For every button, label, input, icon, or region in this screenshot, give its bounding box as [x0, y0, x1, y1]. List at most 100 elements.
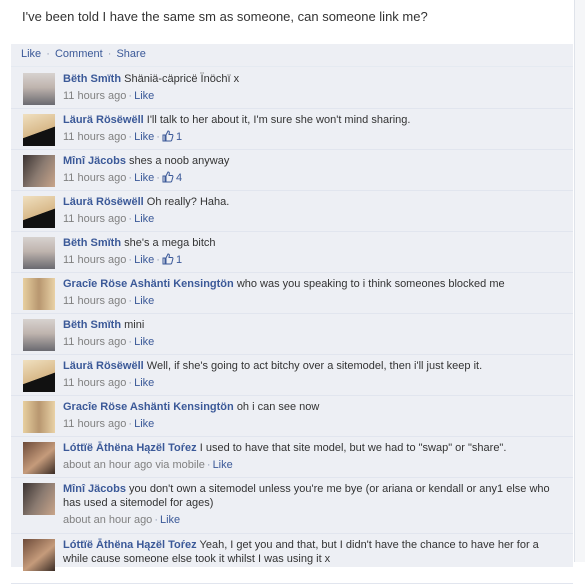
- comment-author-link[interactable]: Gracîe Röse Ashänti Kensingtön: [63, 401, 234, 413]
- comment-author-link[interactable]: Mînî Jäcobs: [63, 155, 126, 167]
- avatar[interactable]: [23, 360, 55, 392]
- comment-meta: 11 hours ago · Like: [63, 294, 553, 308]
- comment-body: Lóttïë Āthëna Hązël Toŕez I used to have…: [63, 441, 553, 472]
- comment-author-link[interactable]: Läurä Rösëwëll: [63, 196, 144, 208]
- comment-like-button[interactable]: Like: [134, 336, 154, 348]
- comment-author-link[interactable]: Bëth Smïth: [63, 319, 121, 331]
- separator: ·: [107, 48, 112, 60]
- comment-like-button[interactable]: Like: [134, 172, 154, 184]
- avatar[interactable]: [23, 483, 55, 515]
- comment-timestamp[interactable]: 11 hours ago: [63, 254, 126, 266]
- comment-like-button[interactable]: Like: [213, 459, 233, 471]
- separator: ·: [128, 418, 133, 430]
- avatar[interactable]: [23, 196, 55, 228]
- like-count-value: 1: [175, 254, 183, 266]
- separator: ·: [46, 48, 50, 60]
- comment-like-button[interactable]: Like: [134, 377, 154, 389]
- comment-author-link[interactable]: Bëth Smïth: [63, 73, 121, 85]
- comment-text: Oh really? Haha.: [146, 196, 230, 208]
- avatar[interactable]: [23, 73, 55, 105]
- comment-item: Mînî Jäcobs shes a noob anyway 11 hours a…: [11, 149, 573, 191]
- like-count[interactable]: 1: [162, 130, 182, 143]
- scrollbar[interactable]: [574, 0, 585, 562]
- separator: ·: [206, 459, 211, 471]
- comment-item: Mînî Jäcobs you don't own a sitemodel un…: [11, 477, 573, 534]
- comment-body: Bëth Smïth Shäniä-cäpricë Ïnöchï x 11 hou…: [63, 72, 553, 103]
- comment-meta: 11 hours ago · Like: [63, 376, 553, 390]
- comment-timestamp[interactable]: 11 hours ago: [63, 172, 126, 184]
- comment-timestamp[interactable]: 11 hours ago: [63, 213, 126, 225]
- comment-author-link[interactable]: Gracîe Röse Ashänti Kensingtön: [63, 278, 234, 290]
- comment-item: Läurä Rösëwëll Well, if she's going to a…: [11, 354, 573, 396]
- comment-item: Läurä Rösëwëll Oh really? Haha. 11 hours …: [11, 190, 573, 232]
- avatar[interactable]: [23, 401, 55, 433]
- comment-timestamp[interactable]: about an hour ago: [63, 514, 152, 526]
- avatar[interactable]: [23, 539, 55, 571]
- avatar[interactable]: [23, 278, 55, 310]
- comment-like-button[interactable]: Like: [134, 213, 154, 225]
- comment-body: Mînî Jäcobs shes a noob anyway 11 hours a…: [63, 154, 553, 185]
- comment-meta: 11 hours ago · Like: [63, 212, 553, 226]
- comment-like-button[interactable]: Like: [134, 90, 154, 102]
- comment-item: Bëth Smïth she's a mega bitch 11 hours ag…: [11, 231, 573, 273]
- comment-author-link[interactable]: Läurä Rösëwëll: [63, 360, 144, 372]
- like-button[interactable]: Like: [21, 48, 41, 60]
- comment-body: Mînî Jäcobs you don't own a sitemodel un…: [63, 482, 553, 527]
- separator: ·: [128, 131, 133, 143]
- separator: ·: [128, 254, 133, 266]
- comment-meta: 11 hours ago · Like: [63, 89, 553, 103]
- comment-timestamp[interactable]: 11 hours ago: [63, 295, 126, 307]
- comment-like-button[interactable]: Like: [160, 514, 180, 526]
- comment-body: Bëth Smïth she's a mega bitch 11 hours ag…: [63, 236, 553, 267]
- avatar[interactable]: [23, 114, 55, 146]
- comment-button[interactable]: Comment: [55, 48, 103, 60]
- comment-text: Shäniä-cäpricë Ïnöchï x: [124, 73, 240, 85]
- comment-like-button[interactable]: Like: [134, 418, 154, 430]
- separator: ·: [128, 172, 133, 184]
- comment-text: shes a noob anyway: [129, 155, 230, 167]
- post-text: I've been told I have the same sm as som…: [22, 9, 428, 24]
- separator: ·: [128, 213, 133, 225]
- comment-author-link[interactable]: Lóttïë Āthëna Hązël Toŕez: [63, 442, 197, 454]
- comment-meta: 11 hours ago · Like · 1: [63, 130, 553, 144]
- comment-timestamp[interactable]: 11 hours ago: [63, 131, 126, 143]
- comment-like-button[interactable]: Like: [134, 254, 154, 266]
- thumbs-up-icon: [162, 171, 174, 183]
- comment-meta: about an hour ago · Like: [63, 513, 553, 527]
- comment-item: Bëth Smïth Shäniä-cäpricë Ïnöchï x 11 hou…: [11, 67, 573, 109]
- comment-author-link[interactable]: Lóttïë Āthëna Hązël Toŕez: [63, 539, 197, 551]
- comment-item: Läurä Rösëwëll I'll talk to her about it…: [11, 108, 573, 150]
- comment-like-button[interactable]: Like: [134, 131, 154, 143]
- avatar[interactable]: [23, 319, 55, 351]
- comment-author-link[interactable]: Bëth Smïth: [63, 237, 121, 249]
- like-count[interactable]: 1: [162, 253, 183, 266]
- comment-item: Gracîe Röse Ashänti Kensingtön who was y…: [11, 272, 573, 314]
- share-button[interactable]: Share: [116, 48, 145, 60]
- comment-timestamp[interactable]: 11 hours ago: [63, 377, 126, 389]
- separator: ·: [128, 336, 133, 348]
- thumbs-up-icon: [162, 253, 174, 265]
- comment-meta: 11 hours ago · Like: [63, 335, 553, 349]
- comment-timestamp[interactable]: about an hour ago via mobile: [63, 459, 205, 471]
- comment-body: Gracîe Röse Ashänti Kensingtön oh i can …: [63, 400, 553, 431]
- comment-meta: about an hour ago via mobile · Like: [63, 458, 553, 472]
- comment-body: Läurä Rösëwëll I'll talk to her about it…: [63, 113, 553, 144]
- comment-item: Lóttïë Āthëna Hązël Toŕez Yeah, I get yo…: [11, 533, 573, 584]
- comment-timestamp[interactable]: 11 hours ago: [63, 418, 126, 430]
- comment-like-button[interactable]: Like: [134, 295, 154, 307]
- comment-timestamp[interactable]: 11 hours ago: [63, 336, 126, 348]
- separator: ·: [128, 295, 133, 307]
- comment-author-link[interactable]: Mînî Jäcobs: [63, 483, 126, 495]
- avatar[interactable]: [23, 237, 55, 269]
- comment-item: Gracîe Röse Ashänti Kensingtön oh i can …: [11, 395, 573, 437]
- separator: ·: [154, 514, 158, 526]
- avatar[interactable]: [23, 155, 55, 187]
- comment-author-link[interactable]: Läurä Rösëwëll: [63, 114, 144, 126]
- post-action-bar: Like · Comment · Share: [11, 44, 573, 67]
- comment-timestamp[interactable]: 11 hours ago: [63, 90, 126, 102]
- separator: ·: [128, 90, 133, 102]
- comments-list: Bëth Smïth Shäniä-cäpricë Ïnöchï x 11 hou…: [11, 67, 573, 584]
- comment-item: Lóttïë Āthëna Hązël Toŕez I used to have…: [11, 436, 573, 478]
- like-count[interactable]: 4: [162, 171, 182, 184]
- avatar[interactable]: [23, 442, 55, 474]
